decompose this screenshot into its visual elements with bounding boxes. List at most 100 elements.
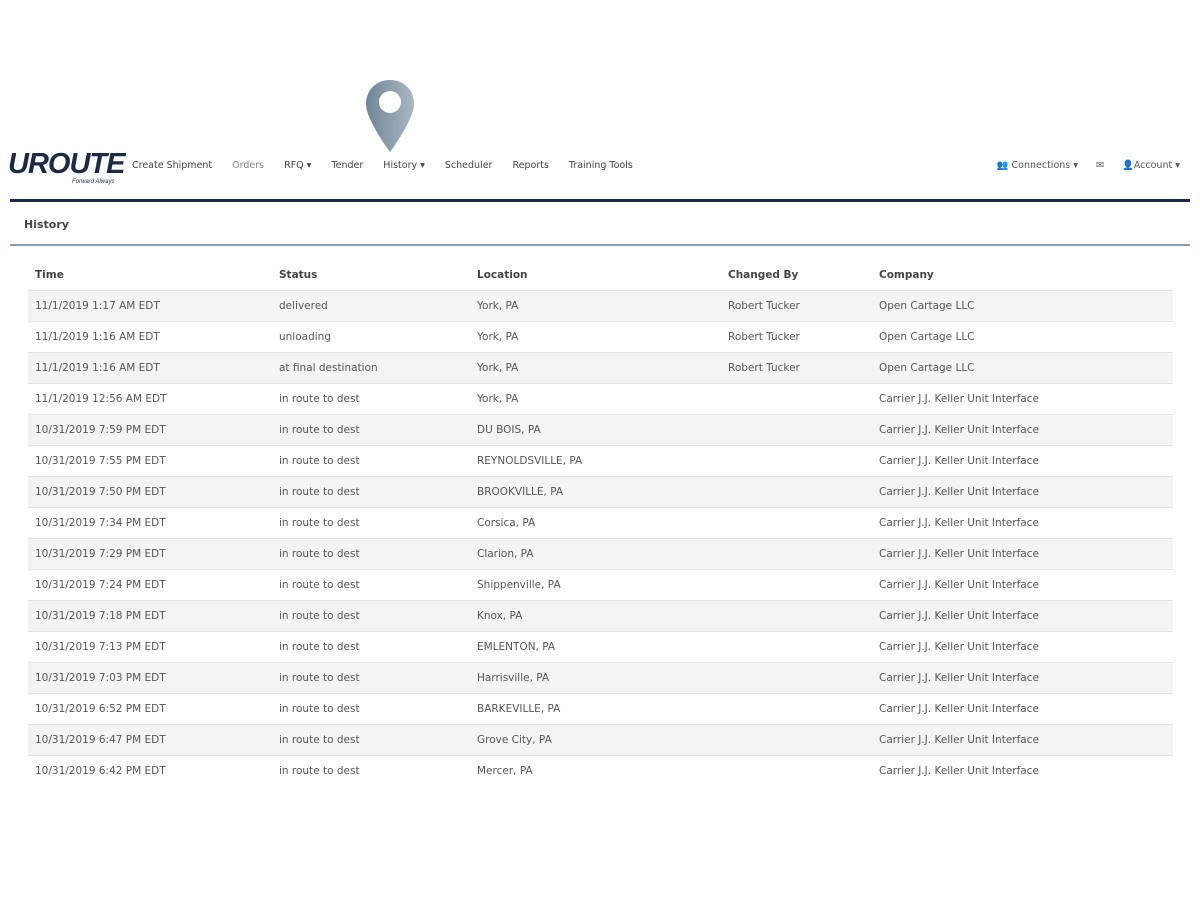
table-row: 11/1/2019 1:16 AM EDT unloading York, PA Ro… [28,321,1173,353]
table-row: 10/31/2019 7:59 PM EDT in route to dest DU… [28,414,1173,446]
connections-menu[interactable]: 👥 Connections ▾ [997,160,1078,171]
cell-location: DU BOIS, PA [470,414,721,446]
cell-time: 11/1/2019 1:17 AM EDT [28,290,272,322]
table-row: 10/31/2019 6:42 PM EDT in route to dest Me… [28,755,1173,786]
cell-location: Clarion, PA [470,538,721,570]
cell-changed-by [721,507,872,539]
cell-time: 10/31/2019 7:29 PM EDT [28,538,272,570]
cell-changed-by: Robert Tucker [721,352,872,384]
cell-time: 10/31/2019 7:24 PM EDT [28,569,272,601]
cell-company: Carrier J.J. Keller Unit Interface [872,631,1173,663]
table-row: 11/1/2019 1:16 AM EDT at final destinatio… [28,352,1173,384]
cell-location: York, PA [470,383,721,415]
cell-location: Corsica, PA [470,507,721,539]
cell-changed-by [721,755,872,786]
cell-location: BROOKVILLE, PA [470,476,721,508]
history-table: Time Status Location Changed By Company … [28,260,1173,786]
nav-create-shipment[interactable]: Create Shipment [132,160,212,171]
cell-location: York, PA [470,321,721,353]
table-row: 10/31/2019 7:18 PM EDT in route to dest Kn… [28,600,1173,632]
cell-time: 10/31/2019 7:50 PM EDT [28,476,272,508]
cell-company: Carrier J.J. Keller Unit Interface [872,693,1173,725]
cell-location: Knox, PA [470,600,721,632]
table-row: 10/31/2019 7:24 PM EDT in route to dest Sh… [28,569,1173,601]
cell-status: unloading [272,321,470,353]
cell-changed-by [721,414,872,446]
table-row: 10/31/2019 7:34 PM EDT in route to dest Co… [28,507,1173,539]
cell-company: Open Cartage LLC [872,290,1173,322]
col-company: Company [879,269,934,281]
cell-changed-by [721,383,872,415]
cell-location: Grove City, PA [470,724,721,756]
cell-changed-by [721,569,872,601]
nav-reports[interactable]: Reports [512,160,548,171]
cell-time: 10/31/2019 6:42 PM EDT [28,755,272,786]
map-pin-icon [366,80,414,152]
table-row: 10/31/2019 7:13 PM EDT in route to dest EM… [28,631,1173,663]
cell-status: in route to dest [272,507,470,539]
nav-divider [10,199,1190,202]
user-icon: 👤 [1122,160,1134,171]
nav-training-tools[interactable]: Training Tools [569,160,633,171]
cell-company: Carrier J.J. Keller Unit Interface [872,538,1173,570]
cell-location: York, PA [470,352,721,384]
table-row: 10/31/2019 7:03 PM EDT in route to dest Ha… [28,662,1173,694]
nav-rfq[interactable]: RFQ ▾ [284,160,311,171]
table-row: 10/31/2019 7:55 PM EDT in route to dest RE… [28,445,1173,477]
cell-time: 10/31/2019 7:13 PM EDT [28,631,272,663]
cell-changed-by [721,693,872,725]
cell-status: in route to dest [272,631,470,663]
cell-changed-by: Robert Tucker [721,321,872,353]
cell-location: BARKEVILLE, PA [470,693,721,725]
table-row: 10/31/2019 7:50 PM EDT in route to dest BR… [28,476,1173,508]
account-label: Account ▾ [1133,160,1180,171]
cell-changed-by [721,724,872,756]
cell-changed-by [721,538,872,570]
cell-status: delivered [272,290,470,322]
mail-icon[interactable]: ✉ [1096,160,1104,171]
cell-location: York, PA [470,290,721,322]
col-status: Status [279,269,318,281]
cell-company: Carrier J.J. Keller Unit Interface [872,383,1173,415]
nav-scheduler[interactable]: Scheduler [445,160,493,171]
nav-history[interactable]: History ▾ [383,160,425,171]
cell-status: at final destination [272,352,470,384]
cell-time: 10/31/2019 7:59 PM EDT [28,414,272,446]
nav-orders[interactable]: Orders [232,160,264,171]
cell-company: Carrier J.J. Keller Unit Interface [872,600,1173,632]
cell-company: Carrier J.J. Keller Unit Interface [872,507,1173,539]
cell-status: in route to dest [272,724,470,756]
cell-company: Carrier J.J. Keller Unit Interface [872,445,1173,477]
connections-label: Connections ▾ [1011,160,1079,171]
main-nav: Create Shipment Orders RFQ ▾ Tender Hist… [132,160,653,171]
cell-status: in route to dest [272,569,470,601]
cell-changed-by [721,631,872,663]
cell-status: in route to dest [272,600,470,632]
panel-divider [10,244,1190,246]
cell-company: Carrier J.J. Keller Unit Interface [872,662,1173,694]
col-location: Location [477,269,528,281]
panel-title: History [24,218,69,231]
cell-status: in route to dest [272,414,470,446]
cell-location: REYNOLDSVILLE, PA [470,445,721,477]
cell-company: Carrier J.J. Keller Unit Interface [872,569,1173,601]
cell-changed-by [721,600,872,632]
cell-status: in route to dest [272,538,470,570]
cell-time: 10/31/2019 7:34 PM EDT [28,507,272,539]
cell-time: 11/1/2019 1:16 AM EDT [28,321,272,353]
cell-status: in route to dest [272,662,470,694]
table-header: Time Status Location Changed By Company [28,260,1173,291]
cell-company: Carrier J.J. Keller Unit Interface [872,414,1173,446]
col-changed-by: Changed By [728,269,799,281]
table-row: 10/31/2019 6:52 PM EDT in route to dest BA… [28,693,1173,725]
cell-changed-by [721,662,872,694]
nav-tender[interactable]: Tender [331,160,363,171]
account-menu[interactable]: 👤Account ▾ [1122,160,1180,171]
cell-time: 10/31/2019 7:55 PM EDT [28,445,272,477]
cell-changed-by: Robert Tucker [721,290,872,322]
brand-tagline: Forward Always [72,179,115,185]
cell-time: 11/1/2019 1:16 AM EDT [28,352,272,384]
cell-location: EMLENTON, PA [470,631,721,663]
brand-logo[interactable]: UROUTE Forward Always [8,148,125,188]
cell-status: in route to dest [272,755,470,786]
